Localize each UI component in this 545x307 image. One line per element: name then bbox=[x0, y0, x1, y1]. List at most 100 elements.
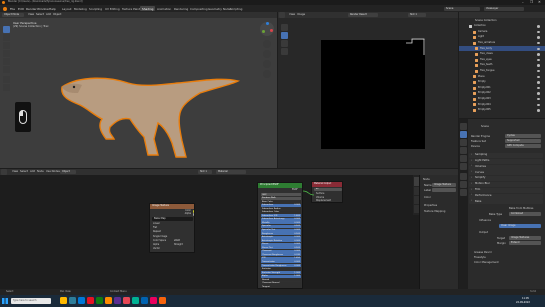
node-properties-panel[interactable]: Properties bbox=[424, 204, 437, 207]
node-label-field[interactable] bbox=[432, 188, 456, 192]
bsdf-input-row[interactable]: Random Walk bbox=[261, 196, 301, 200]
taskbar-app-icon[interactable] bbox=[132, 297, 139, 304]
tab-uv-editing[interactable]: UV Editing bbox=[103, 6, 122, 11]
bsdf-input-row[interactable]: Transmission Roughness 0.000 bbox=[261, 264, 301, 267]
viewport-menu-select[interactable]: Select bbox=[36, 13, 44, 17]
bsdf-input-row[interactable]: Emission Strength 1.000 bbox=[261, 271, 301, 275]
menu-file[interactable]: File bbox=[10, 7, 15, 11]
visibility-eye-icon[interactable] bbox=[537, 86, 540, 90]
image-menu-view[interactable]: View bbox=[289, 13, 295, 17]
bsdf-input-row[interactable]: Subsurface IOR 1.400 bbox=[261, 214, 301, 218]
pan-hand-icon[interactable] bbox=[263, 50, 271, 58]
outliner[interactable]: Scene Collection Collection Camera Light Tr… bbox=[459, 12, 545, 118]
taskbar-app-icon[interactable] bbox=[150, 297, 157, 304]
mode-dropdown[interactable]: Object Mode bbox=[2, 13, 24, 17]
properties-section-header[interactable]: › Simplify bbox=[469, 176, 543, 182]
taskbar-app-icon[interactable] bbox=[69, 297, 76, 304]
visibility-eye-icon[interactable] bbox=[537, 75, 540, 79]
minimize-button[interactable]: – bbox=[522, 0, 524, 4]
bake-button[interactable]: Clear Image bbox=[499, 224, 541, 228]
outliner-row[interactable]: Empty bbox=[459, 80, 545, 85]
annotate-tool-icon[interactable] bbox=[3, 76, 10, 83]
windows-start-icon[interactable] bbox=[2, 298, 8, 304]
taskbar-search-input[interactable]: Type here to search bbox=[11, 298, 51, 304]
slot-field[interactable]: Slot 1 bbox=[408, 13, 426, 17]
properties-section-header[interactable]: › Bake bbox=[469, 199, 543, 205]
editor-type-icon[interactable] bbox=[279, 12, 285, 18]
bsdf-input-row[interactable]: Subsurface Anisotropy 0.000 bbox=[261, 217, 301, 221]
visibility-eye-icon[interactable] bbox=[537, 97, 540, 101]
color-management-panel[interactable]: Color Management bbox=[474, 261, 499, 264]
bsdf-input-row[interactable]: Transmission 0.000 bbox=[261, 260, 301, 264]
image-menu-image[interactable]: Image bbox=[297, 13, 305, 17]
outliner-row[interactable]: Trex_tongue bbox=[459, 69, 545, 74]
bsdf-input-row[interactable]: Emission bbox=[261, 267, 301, 271]
outliner-row[interactable]: Trex_armature bbox=[459, 41, 545, 46]
bsdf-input-row[interactable]: GGX bbox=[261, 193, 301, 196]
material-dropdown[interactable]: Material bbox=[216, 170, 246, 174]
bsdf-input-row[interactable]: Roughness 0.500 bbox=[261, 232, 301, 236]
visibility-eye-icon[interactable] bbox=[537, 109, 540, 112]
viewport-menu-add[interactable]: Add bbox=[46, 13, 51, 17]
use-nodes-toggle[interactable]: Use Nodes bbox=[46, 170, 60, 174]
principled-bsdf-node[interactable]: Principled BSDF BSDF GGX Random Walk Base … bbox=[257, 182, 303, 289]
bsdf-input-row[interactable]: Subsurface Color bbox=[261, 210, 301, 214]
world-tab-icon[interactable] bbox=[460, 163, 467, 170]
bsdf-input-row[interactable]: Anisotropic Rotation 0.000 bbox=[261, 239, 301, 243]
bsdf-input-row[interactable]: IOR 1.450 bbox=[261, 256, 301, 260]
taskbar-app-icon[interactable] bbox=[141, 297, 148, 304]
menu-help[interactable]: Help bbox=[49, 7, 56, 11]
image-sample-tool-icon[interactable] bbox=[281, 32, 288, 39]
outliner-row[interactable]: Plane bbox=[459, 74, 545, 79]
bsdf-input-row[interactable]: Clearcoat 0.000 bbox=[261, 249, 301, 253]
outliner-row[interactable]: Trex_claws bbox=[459, 52, 545, 57]
visibility-eye-icon[interactable] bbox=[537, 53, 540, 56]
tab-sculpting[interactable]: Sculpting bbox=[87, 6, 104, 11]
bake-type-dropdown[interactable]: Combined bbox=[509, 212, 541, 216]
properties-section-header[interactable]: › Sampling bbox=[469, 153, 543, 158]
material-slot-dropdown[interactable]: Slot 1 bbox=[198, 170, 212, 174]
measure-tool-icon[interactable] bbox=[3, 84, 10, 91]
axis-gizmo-icon[interactable] bbox=[260, 22, 274, 36]
taskbar-app-icon[interactable] bbox=[123, 297, 130, 304]
tab-node[interactable] bbox=[413, 177, 419, 186]
outliner-row[interactable]: Camera bbox=[459, 30, 545, 35]
node-menu-select[interactable]: Select bbox=[20, 170, 28, 174]
feature-set-dropdown[interactable]: Supported bbox=[505, 139, 541, 143]
bsdf-input-row[interactable]: Base Color bbox=[261, 200, 301, 204]
tool-tab-icon[interactable] bbox=[460, 123, 467, 130]
menu-window[interactable]: Window bbox=[37, 7, 49, 11]
node-name-field[interactable]: Image Texture bbox=[432, 183, 456, 187]
visibility-eye-icon[interactable] bbox=[537, 81, 540, 84]
outliner-row[interactable]: Empty.001 bbox=[459, 86, 545, 91]
bsdf-input-row[interactable]: Anisotropic 0.000 bbox=[261, 235, 301, 239]
node-menu-node[interactable]: Node bbox=[37, 170, 44, 174]
taskbar-app-icon[interactable] bbox=[87, 297, 94, 304]
node-menu-add[interactable]: Add bbox=[30, 170, 35, 174]
image-node-output-socket[interactable] bbox=[192, 210, 194, 213]
properties-section-header[interactable]: › Volumes bbox=[469, 164, 543, 170]
modifier-tab-icon[interactable] bbox=[460, 181, 467, 188]
shader-node-editor[interactable]: View Select Add Node Use Nodes Object Sl… bbox=[0, 169, 458, 289]
cursor-tool-icon[interactable] bbox=[3, 34, 10, 41]
taskbar-app-icon[interactable] bbox=[60, 297, 67, 304]
menu-edit[interactable]: Edit bbox=[18, 7, 24, 11]
taskbar-app-icon[interactable] bbox=[114, 297, 121, 304]
properties-editor[interactable]: Scene Render Engine Cycles Feature Set S… bbox=[459, 119, 545, 289]
target-dropdown[interactable]: Image Textures bbox=[509, 236, 541, 240]
taskbar-app-icon[interactable] bbox=[105, 297, 112, 304]
outliner-row[interactable]: Light bbox=[459, 35, 545, 40]
output-subpanel[interactable]: Output bbox=[479, 231, 488, 234]
tab-options[interactable] bbox=[413, 205, 419, 213]
camera-view-icon[interactable] bbox=[263, 60, 271, 68]
image-texture-image-field[interactable]: Bake Map bbox=[152, 217, 193, 221]
outliner-row[interactable]: Trex_teeth bbox=[459, 63, 545, 68]
view-layer-selector[interactable]: ViewLayer bbox=[484, 6, 524, 11]
rotate-tool-icon[interactable] bbox=[3, 50, 10, 57]
scale-tool-icon[interactable] bbox=[3, 58, 10, 65]
transform-tool-icon[interactable] bbox=[3, 66, 10, 73]
tab-animation[interactable]: Animation bbox=[155, 6, 173, 11]
node-editor-type-icon[interactable] bbox=[1, 169, 7, 175]
visibility-eye-icon[interactable] bbox=[537, 103, 540, 107]
menu-render[interactable]: Render bbox=[26, 7, 37, 11]
